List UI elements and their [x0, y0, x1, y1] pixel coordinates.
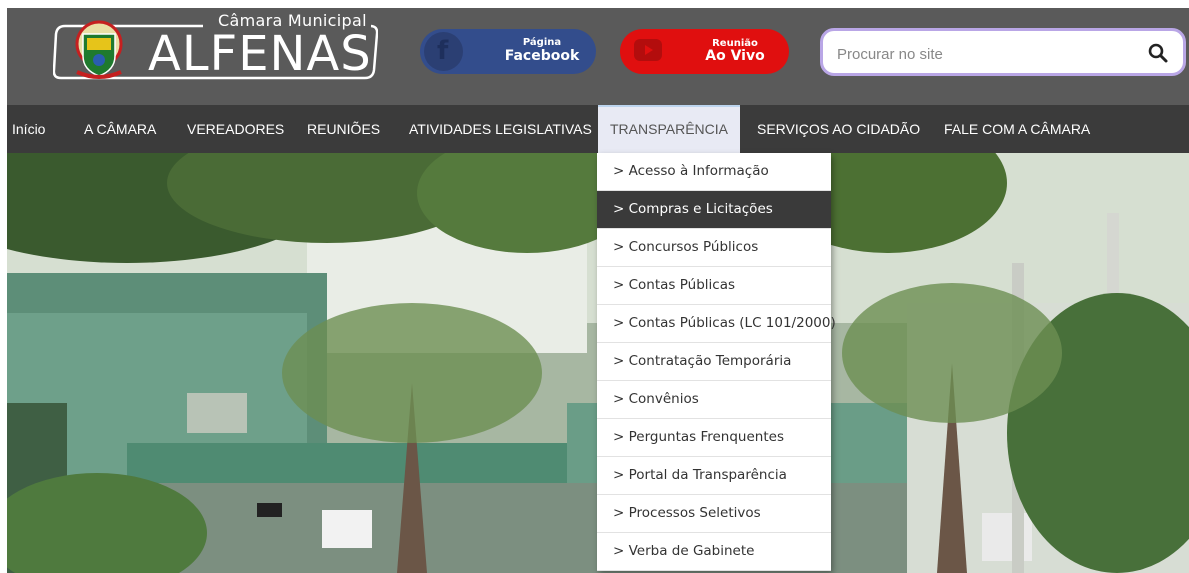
- youtube-icon: [634, 39, 662, 61]
- search-icon[interactable]: [1147, 42, 1169, 64]
- menu-item-concursos-publicos[interactable]: > Concursos Públicos: [597, 229, 831, 267]
- site-header: Câmara Municipal ALFENAS f Página Facebo…: [7, 8, 1189, 105]
- nav-item-vereadores[interactable]: VEREADORES: [187, 105, 284, 153]
- crest-icon: [69, 20, 129, 84]
- facebook-page-button[interactable]: f Página Facebook: [420, 29, 596, 74]
- facebook-icon: f: [424, 32, 463, 71]
- nav-item-atividades-legislativas[interactable]: ATIVIDADES LEGISLATIVAS: [409, 105, 592, 153]
- live-meeting-button[interactable]: Reunião Ao Vivo: [620, 29, 789, 74]
- nav-item-fale-com-a-camara[interactable]: FALE COM A CÂMARA: [944, 105, 1090, 153]
- menu-item-processos-seletivos[interactable]: > Processos Seletivos: [597, 495, 831, 533]
- menu-item-acesso-informacao[interactable]: > Acesso à Informação: [597, 153, 831, 191]
- menu-item-contas-publicas-lc[interactable]: > Contas Públicas (LC 101/2000): [597, 305, 836, 343]
- site-search-box: [820, 28, 1186, 76]
- facebook-button-line2: Facebook: [504, 48, 580, 64]
- site-logo[interactable]: Câmara Municipal ALFENAS: [53, 12, 378, 84]
- transparencia-dropdown-menu: > Acesso à Informação > Compras e Licita…: [597, 153, 836, 571]
- top-cutoff-strip: [0, 0, 1189, 8]
- menu-item-perguntas-frequentes[interactable]: > Perguntas Frenquentes: [597, 419, 831, 457]
- menu-item-portal-transparencia[interactable]: > Portal da Transparência: [597, 457, 831, 495]
- facebook-button-line1: Página: [522, 37, 562, 48]
- live-button-line2: Ao Vivo: [705, 48, 765, 64]
- logo-title: ALFENAS: [148, 26, 372, 82]
- nav-item-inicio[interactable]: Início: [12, 105, 45, 153]
- nav-item-a-camara[interactable]: A CÂMARA: [84, 105, 156, 153]
- menu-item-contratacao-temporaria[interactable]: > Contratação Temporária: [597, 343, 831, 381]
- menu-item-contas-publicas[interactable]: > Contas Públicas: [597, 267, 831, 305]
- menu-item-verba-gabinete[interactable]: > Verba de Gabinete: [597, 533, 831, 571]
- main-nav: Início A CÂMARA VEREADORES REUNIÕES ATIV…: [7, 105, 1189, 153]
- nav-item-reunioes[interactable]: REUNIÕES: [307, 105, 380, 153]
- menu-item-convenios[interactable]: > Convênios: [597, 381, 831, 419]
- search-input[interactable]: [835, 39, 1129, 69]
- menu-item-compras-licitacoes[interactable]: > Compras e Licitações: [597, 191, 831, 229]
- nav-item-transparencia[interactable]: TRANSPARÊNCIA: [598, 105, 740, 153]
- nav-item-servicos-ao-cidadao[interactable]: SERVIÇOS AO CIDADÃO: [757, 105, 920, 153]
